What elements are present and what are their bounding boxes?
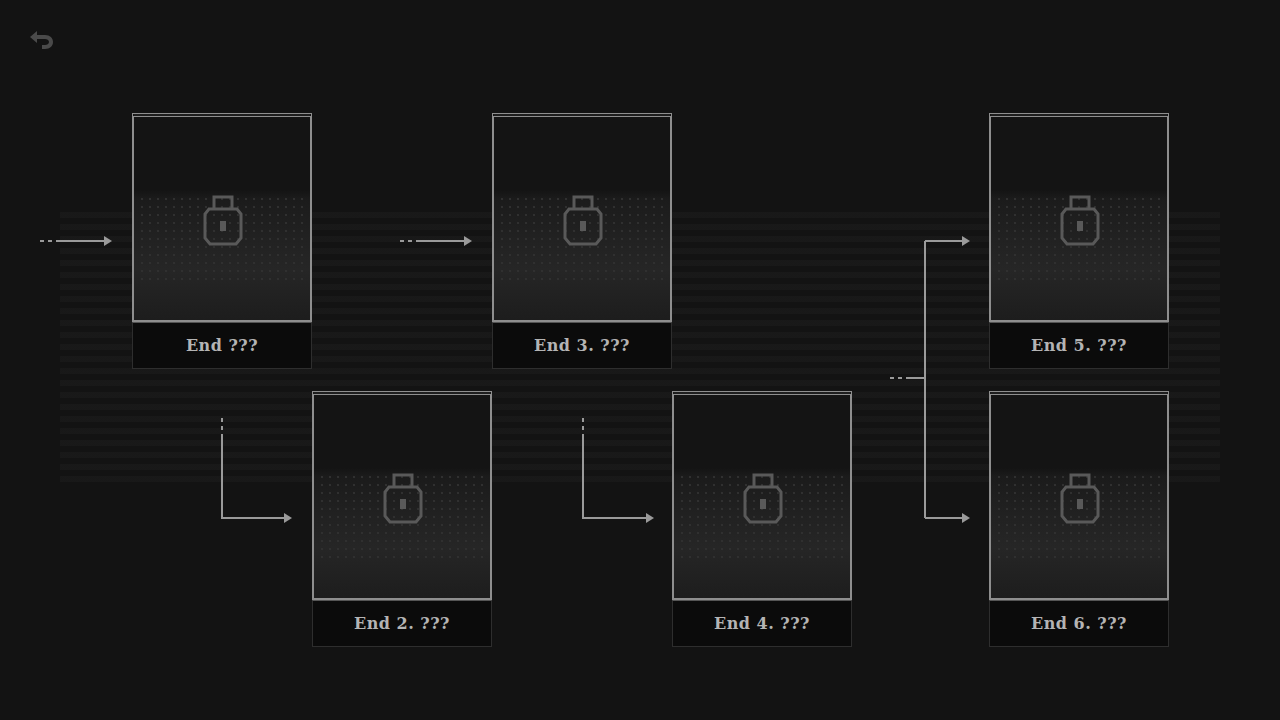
ending-label: End ??? [132, 322, 312, 369]
ending-label: End 6. ??? [989, 600, 1169, 647]
ending-label: End 5. ??? [989, 322, 1169, 369]
lock-icon [741, 469, 785, 525]
ending-card[interactable]: End 6. ??? [989, 391, 1169, 647]
ending-card[interactable]: End 3. ??? [492, 113, 672, 369]
ending-card[interactable]: End 2. ??? [312, 391, 492, 647]
ending-card[interactable]: End ??? [132, 113, 312, 369]
ending-card[interactable]: End 5. ??? [989, 113, 1169, 369]
lock-icon [1058, 469, 1102, 525]
ending-thumbnail [989, 113, 1169, 322]
ending-thumbnail [132, 113, 312, 322]
ending-label: End 2. ??? [312, 600, 492, 647]
lock-icon [561, 191, 605, 247]
ending-label: End 3. ??? [492, 322, 672, 369]
lock-icon [1058, 191, 1102, 247]
ending-label: End 4. ??? [672, 600, 852, 647]
ending-thumbnail [672, 391, 852, 600]
ending-thumbnail [492, 113, 672, 322]
lock-icon [381, 469, 425, 525]
ending-thumbnail [312, 391, 492, 600]
lock-icon [201, 191, 245, 247]
back-arrow-icon [26, 29, 56, 53]
back-button[interactable] [26, 28, 56, 52]
endings-screen: End ??? End 2. ??? End 3. ??? End 4. ??? End… [0, 0, 1280, 720]
ending-card[interactable]: End 4. ??? [672, 391, 852, 647]
ending-thumbnail [989, 391, 1169, 600]
